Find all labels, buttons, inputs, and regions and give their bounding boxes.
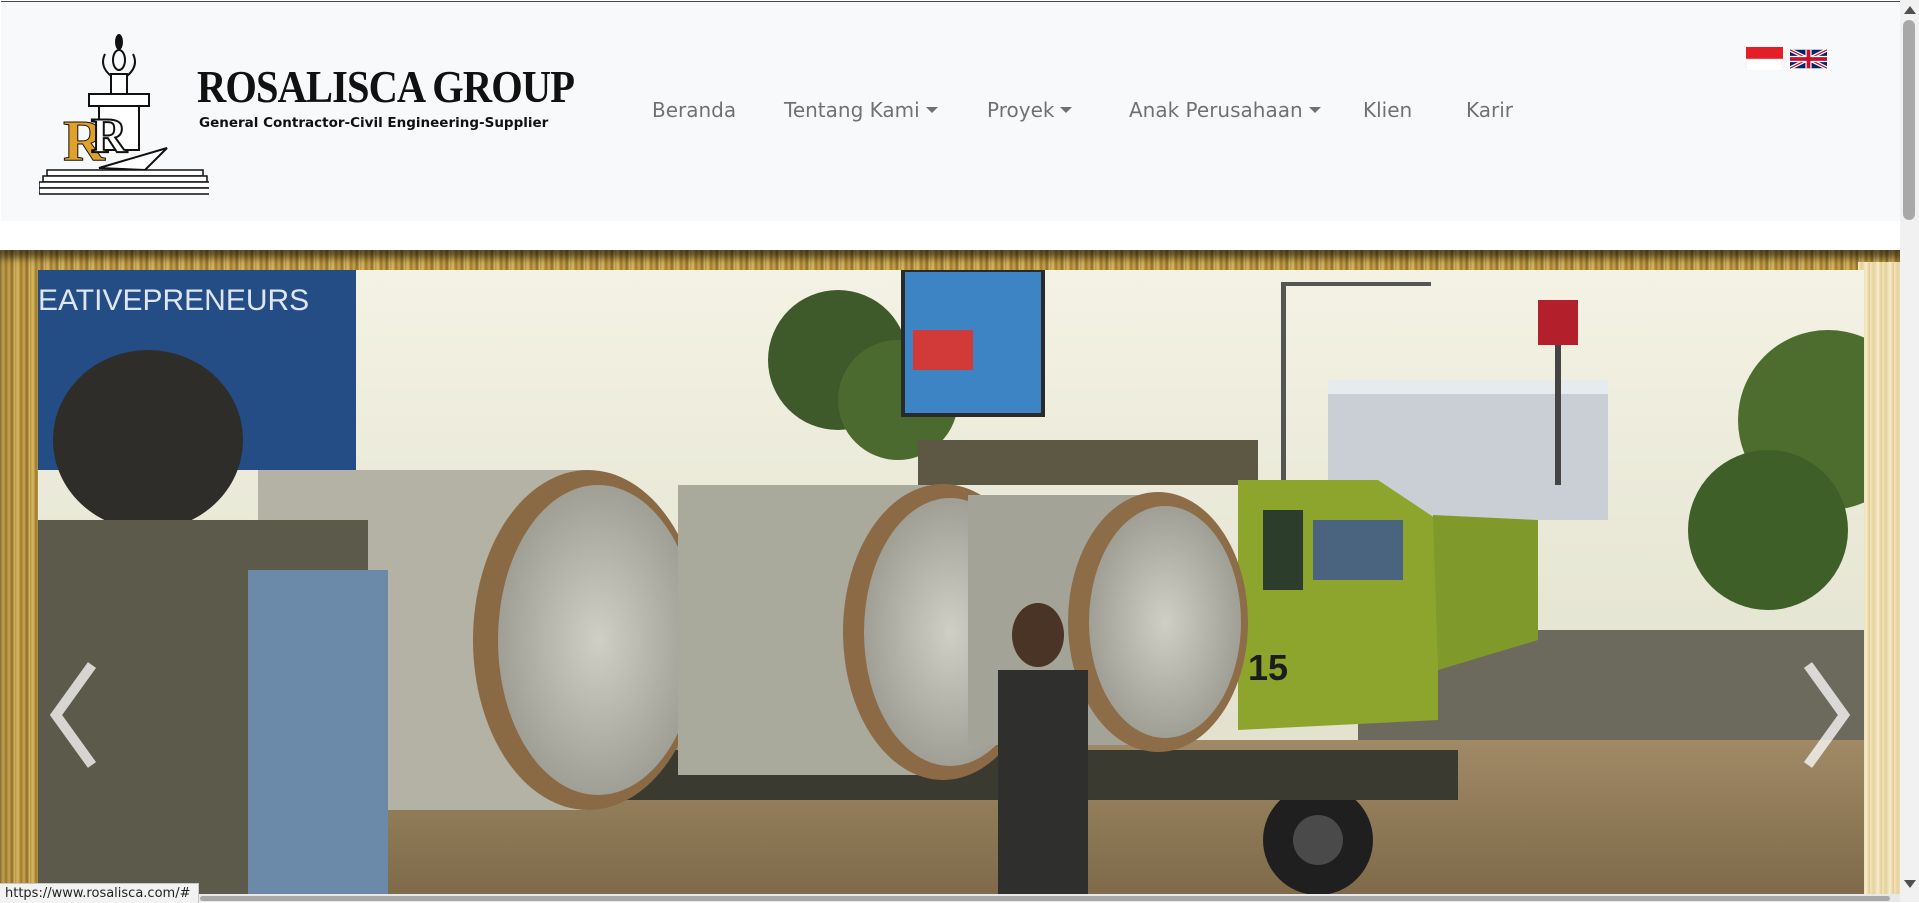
truck-number: 15 bbox=[1248, 647, 1288, 688]
nav-item-proyek[interactable]: Proyek bbox=[987, 98, 1073, 122]
nav-item-beranda[interactable]: Beranda bbox=[652, 98, 736, 122]
slide-photo: EATIVEPRENEURS 15 bbox=[38, 270, 1864, 902]
brand-subtitle: General Contractor-Civil Engineering-Sup… bbox=[199, 115, 549, 131]
scrollbar-thumb[interactable] bbox=[1903, 20, 1915, 220]
vertical-scrollbar[interactable] bbox=[1900, 0, 1919, 902]
brand-logo[interactable]: R R ROSALISCA GROUP General Contractor-C… bbox=[39, 30, 575, 196]
flag-uk-icon[interactable] bbox=[1790, 47, 1827, 71]
navbar: R R ROSALISCA GROUP General Contractor-C… bbox=[1, 1, 1900, 221]
nav-item-label: Klien bbox=[1363, 98, 1413, 122]
nav-item-label: Tentang Kami bbox=[784, 98, 920, 122]
carousel-next-button[interactable] bbox=[1788, 655, 1858, 775]
logo-emblem-icon: R R bbox=[39, 34, 209, 195]
nav-item-karir[interactable]: Karir bbox=[1466, 98, 1513, 122]
status-bar-url: https://www.rosalisca.com/# bbox=[0, 883, 200, 903]
horizontal-scrollbar-thumb[interactable] bbox=[200, 896, 1890, 901]
nav-item-tentang-kami[interactable]: Tentang Kami bbox=[784, 98, 938, 122]
caret-down-icon bbox=[925, 107, 938, 113]
scroll-up-arrow-icon[interactable] bbox=[1904, 6, 1916, 14]
svg-text:R: R bbox=[91, 107, 128, 163]
caret-down-icon bbox=[1308, 107, 1321, 113]
nav-item-label: Karir bbox=[1466, 98, 1514, 122]
nav-item-klien[interactable]: Klien bbox=[1363, 98, 1412, 122]
horizontal-scrollbar[interactable] bbox=[0, 894, 1900, 902]
nav-item-label: Beranda bbox=[652, 98, 737, 122]
billboard-text: EATIVEPRENEURS bbox=[38, 284, 309, 317]
brand-title: ROSALISCA GROUP bbox=[197, 61, 575, 112]
carousel-slide[interactable]: EATIVEPRENEURS 15 bbox=[38, 270, 1864, 902]
nav-item-label: Proyek bbox=[987, 98, 1055, 122]
nav-item-label: Anak Perusahaan bbox=[1129, 98, 1303, 122]
nav-item-anak-perusahaan[interactable]: Anak Perusahaan bbox=[1129, 98, 1321, 122]
scroll-down-arrow-icon[interactable] bbox=[1904, 880, 1916, 888]
carousel-prev-button[interactable] bbox=[42, 655, 112, 775]
caret-down-icon bbox=[1060, 107, 1073, 113]
carousel-frame-edge bbox=[1858, 262, 1900, 902]
flag-indonesia-icon[interactable] bbox=[1746, 47, 1783, 71]
